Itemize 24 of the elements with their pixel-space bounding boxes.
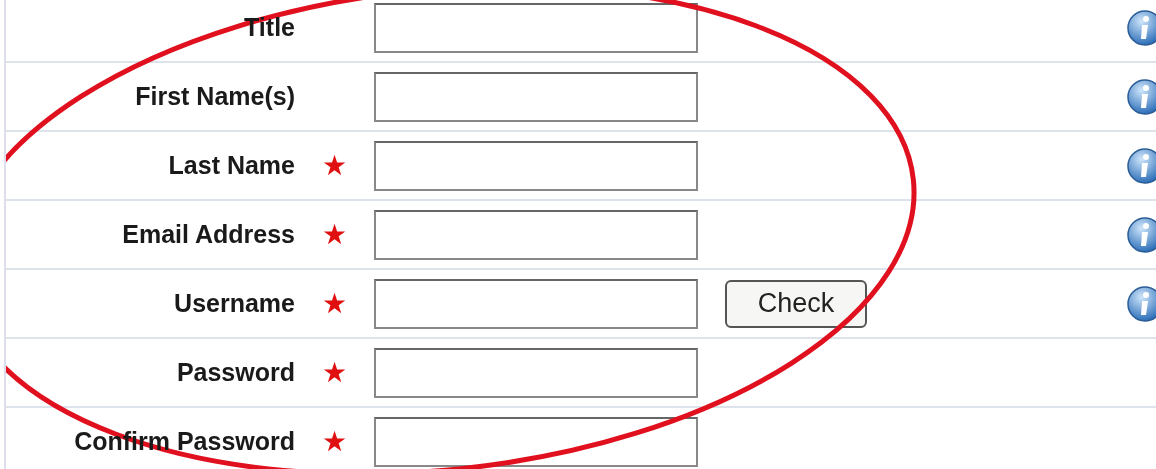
info-icon[interactable] xyxy=(1126,215,1156,254)
field-label: Password xyxy=(176,356,295,388)
info-icon[interactable] xyxy=(1126,77,1156,116)
check-button[interactable]: Check xyxy=(725,279,867,328)
input-field[interactable] xyxy=(374,140,698,191)
input-field[interactable] xyxy=(374,209,698,260)
field-label: Username xyxy=(174,287,295,319)
input-field[interactable] xyxy=(374,347,698,398)
required-mark: ★ xyxy=(322,425,347,457)
field-label: First Name(s) xyxy=(135,80,295,112)
required-mark: ★ xyxy=(322,218,347,250)
input-field[interactable] xyxy=(374,71,698,122)
info-icon[interactable] xyxy=(1126,146,1156,185)
info-icon[interactable] xyxy=(1126,8,1156,47)
info-icon[interactable] xyxy=(1126,284,1156,323)
input-field[interactable] xyxy=(374,278,698,329)
required-mark: ★ xyxy=(322,287,347,319)
field-label: Email Address xyxy=(122,218,295,250)
field-label: Last Name xyxy=(168,149,295,181)
required-mark: ★ xyxy=(322,356,347,388)
required-mark: ★ xyxy=(322,149,347,181)
input-field[interactable] xyxy=(374,416,698,467)
input-field[interactable] xyxy=(374,2,698,53)
field-label: Title xyxy=(244,11,295,43)
